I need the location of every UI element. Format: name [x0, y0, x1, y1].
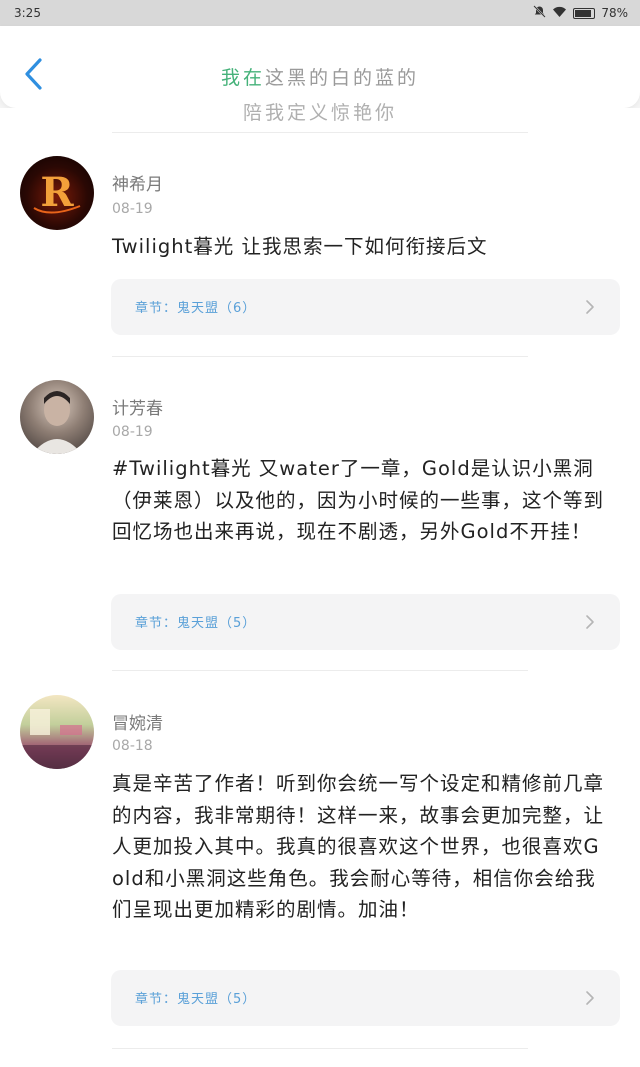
page-title: 我在这黑的白的蓝的 [0, 64, 640, 92]
chevron-right-icon [584, 298, 596, 316]
avatar[interactable] [20, 695, 94, 769]
comment-date: 08-18 [112, 738, 153, 754]
title-text: 这黑的白的蓝的 [265, 67, 420, 89]
comment-list: 陪我定义惊艳你 R 神希月 08-19 Twilight暮光 让我思索一下如何衔… [0, 102, 640, 1067]
top-nav-bar: 我在这黑的白的蓝的 [0, 26, 640, 108]
wifi-icon [552, 6, 567, 21]
divider [112, 356, 528, 357]
chapter-link[interactable]: 章节：鬼天盟（5） [111, 970, 620, 1026]
comment-text: 真是辛苦了作者！听到你会统一写个设定和精修前几章的内容，我非常期待！这样一来，故… [112, 772, 605, 921]
comment-text: Twilight暮光 让我思索一下如何衔接后文 [112, 235, 488, 258]
comment-author: 冒婉清 [112, 714, 163, 734]
status-bar: 3:25 78% [0, 0, 640, 26]
avatar[interactable]: R [20, 156, 94, 230]
page-subtitle: 陪我定义惊艳你 [242, 102, 397, 124]
chevron-right-icon [584, 989, 596, 1007]
chapter-link[interactable]: 章节：鬼天盟（6） [111, 279, 620, 335]
comment-author: 神希月 [112, 175, 163, 195]
divider [112, 670, 528, 671]
divider [112, 132, 528, 133]
comment-text: #Twilight暮光 又water了一章，Gold是认识小黑洞（伊莱恩）以及他… [112, 457, 605, 543]
battery-level: 78% [601, 6, 628, 20]
comment-author: 计芳春 [112, 399, 163, 419]
avatar[interactable] [20, 380, 94, 454]
title-highlight: 我在 [220, 67, 265, 89]
bell-off-icon [533, 5, 547, 21]
chapter-label: 章节：鬼天盟（6） [135, 301, 257, 316]
divider [112, 1048, 528, 1049]
comment-date: 08-19 [112, 201, 153, 217]
chevron-right-icon [584, 613, 596, 631]
comment-date: 08-19 [112, 424, 153, 440]
chapter-link[interactable]: 章节：鬼天盟（5） [111, 594, 620, 650]
battery-icon [573, 7, 596, 19]
chapter-label: 章节：鬼天盟（5） [135, 992, 257, 1007]
status-time: 3:25 [14, 6, 41, 20]
chapter-label: 章节：鬼天盟（5） [135, 616, 257, 631]
status-icons: 78% [533, 5, 628, 21]
